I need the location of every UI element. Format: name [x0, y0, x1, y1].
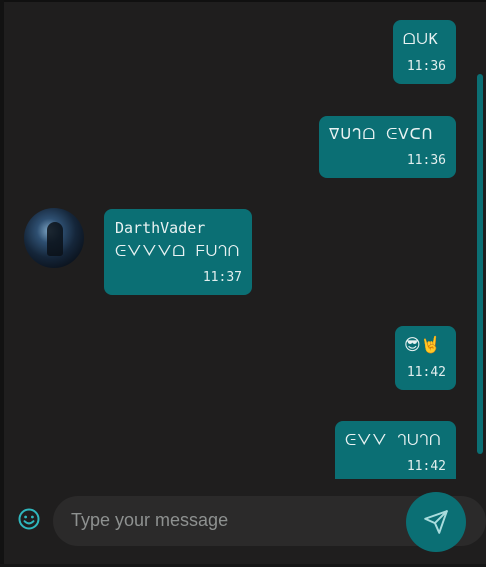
avatar-figure [47, 222, 63, 256]
message-sender: DarthVader [115, 219, 206, 237]
message-time: 11:36 [406, 59, 446, 74]
emoji-button[interactable] [17, 507, 41, 531]
message-text: 😎🤘 [404, 335, 441, 354]
message-time: 11:42 [406, 459, 446, 474]
left-border [0, 0, 4, 567]
message-text: ᗝᑌK [403, 30, 439, 48]
scrollbar[interactable] [477, 74, 483, 454]
message-bubble-2: ᐁᑌᒉᗝ ᕮᐯᑕᑎ 11:36 [319, 116, 456, 178]
message-time: 11:42 [406, 365, 446, 380]
send-button[interactable] [406, 492, 466, 552]
message-text: ᕮᐯᐯᐯᗝ ᖴᑌᒉᑎ [115, 242, 241, 260]
message-bubble-5: ᕮᐯᐯ ᒉᑌᒉᑎ 11:42 [335, 421, 456, 479]
message-bubble-4: 😎🤘 11:42 [395, 326, 456, 390]
avatar[interactable] [24, 208, 84, 268]
message-text: ᕮᐯᐯ ᒉᑌᒉᑎ [345, 431, 442, 449]
message-input[interactable] [69, 509, 393, 532]
message-time: 11:36 [406, 153, 446, 168]
smile-icon [18, 508, 40, 530]
send-icon [424, 510, 448, 534]
message-bubble-1: ᗝᑌK 11:36 [393, 20, 456, 84]
message-bubble-3: DarthVader ᕮᐯᐯᐯᗝ ᖴᑌᒉᑎ 11:37 [104, 209, 252, 295]
message-time: 11:37 [202, 270, 242, 285]
message-text: ᐁᑌᒉᗝ ᕮᐯᑕᑎ [329, 125, 434, 143]
top-border [0, 0, 486, 2]
